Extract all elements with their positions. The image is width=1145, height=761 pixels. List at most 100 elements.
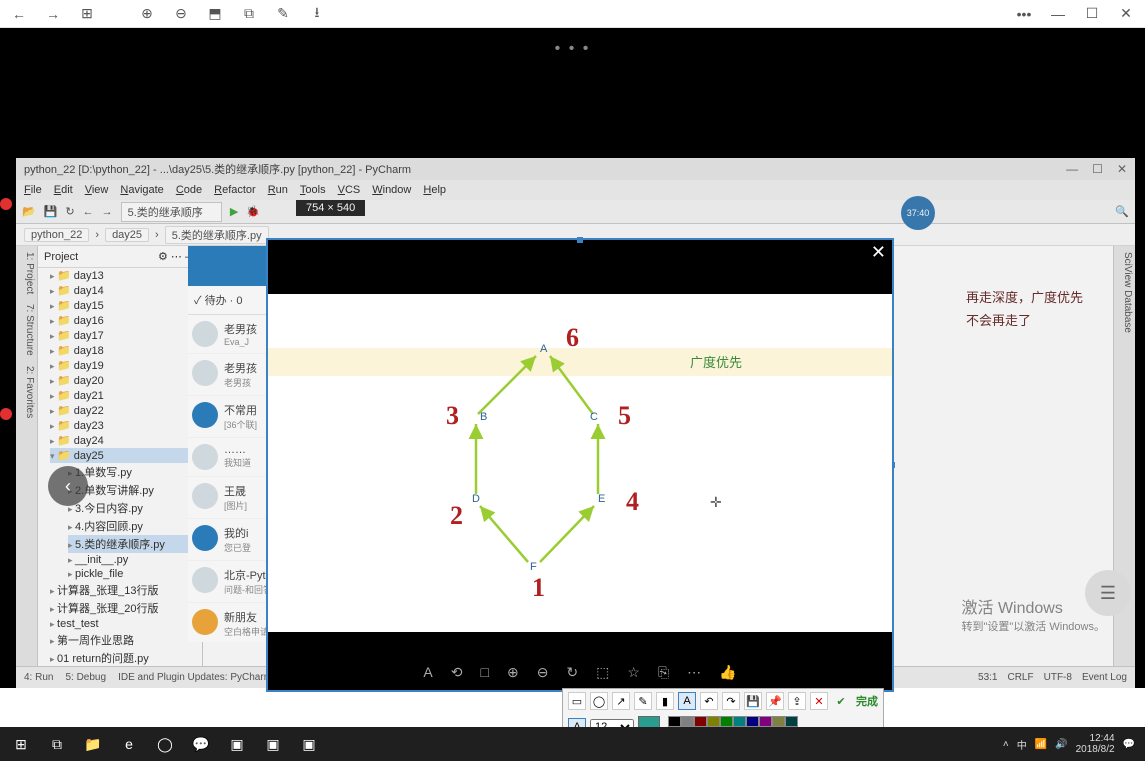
tree-folder[interactable]: 📁 day15	[50, 298, 202, 313]
menu-edit[interactable]: Edit	[54, 184, 73, 196]
window-maximize-icon[interactable]: ☐	[1083, 5, 1101, 23]
snip-ellipse-icon[interactable]: ◯	[590, 692, 608, 710]
vt-text-icon[interactable]: A	[423, 664, 432, 680]
floating-menu-button[interactable]: ☰	[1085, 570, 1131, 616]
snip-confirm-icon[interactable]: ✔	[832, 692, 850, 710]
menu-navigate[interactable]: Navigate	[120, 184, 163, 196]
menu-help[interactable]: Help	[423, 184, 446, 196]
tool-icon-2[interactable]: ⧉	[240, 5, 258, 23]
tree-folder[interactable]: 📁 day17	[50, 328, 202, 343]
vt-refresh-icon[interactable]: ↻	[566, 664, 578, 681]
run-config-dropdown[interactable]: 5.类的继承顺序	[121, 202, 222, 222]
color-swatch[interactable]	[733, 716, 746, 727]
chrome-icon[interactable]: ◯	[148, 729, 182, 759]
tray-notifications-icon[interactable]: 💬	[1123, 739, 1135, 750]
back-icon[interactable]: ←	[83, 206, 94, 218]
tree-item[interactable]: test_test	[50, 617, 202, 631]
run-icon[interactable]: ▶	[230, 205, 238, 218]
explorer-icon[interactable]: 📁	[76, 729, 110, 759]
tree-folder[interactable]: 📁 day19	[50, 358, 202, 373]
tool-icon-1[interactable]: ⬒	[206, 5, 224, 23]
start-button[interactable]: ⊞	[4, 729, 38, 759]
menu-code[interactable]: Code	[176, 184, 202, 196]
pycharm-taskbar-icon[interactable]: ▣	[220, 729, 254, 759]
carousel-prev-button[interactable]: ‹	[48, 466, 88, 506]
tree-file[interactable]: 1.单数写.py	[68, 463, 202, 481]
color-swatch[interactable]	[785, 716, 798, 727]
pycharm-left-gutter[interactable]: 1: Project 7: Structure 2: Favorites	[16, 246, 38, 666]
vt-zoomin-icon[interactable]: ⊕	[507, 664, 519, 681]
pycharm-min-icon[interactable]: —	[1066, 162, 1078, 176]
tree-folder[interactable]: 📁 day21	[50, 388, 202, 403]
vt-copy-icon[interactable]: ⎘	[658, 664, 669, 681]
tree-item[interactable]: 第一周作业思路	[50, 631, 202, 649]
tree-folder[interactable]: 📁 day20	[50, 373, 202, 388]
viewer-close-button[interactable]: ✕	[871, 242, 886, 263]
project-tree[interactable]: Project ⚙ ⋯ — 📁 day13📁 day14📁 day15📁 day…	[38, 246, 203, 666]
refresh-icon[interactable]: ↻	[65, 205, 74, 218]
taskview-icon[interactable]: ⧉	[40, 729, 74, 759]
snip-undo-icon[interactable]: ↶	[700, 692, 718, 710]
tree-file[interactable]: 5.类的继承顺序.py	[68, 535, 202, 553]
tree-folder[interactable]: 📁 day22	[50, 403, 202, 418]
pycharm-max-icon[interactable]: ☐	[1092, 162, 1103, 176]
color-swatch[interactable]	[668, 716, 681, 727]
tree-folder[interactable]: 📁 day18	[50, 343, 202, 358]
snip-pencil-icon[interactable]: ✎	[634, 692, 652, 710]
pycharm-close-icon[interactable]: ✕	[1117, 162, 1127, 176]
snip-redo-icon[interactable]: ↷	[722, 692, 740, 710]
tray-net-icon[interactable]: 📶	[1035, 739, 1047, 750]
vt-rotate-icon[interactable]: ⟲	[451, 664, 463, 681]
chat-todo-row[interactable]: ✓ 待办 · 0	[188, 286, 278, 315]
vt-fit-icon[interactable]: □	[480, 664, 488, 680]
tray-up-icon[interactable]: ˄	[1003, 739, 1009, 750]
tool-icon-3[interactable]: ✎	[274, 5, 292, 23]
debug-icon[interactable]: 🐞	[246, 205, 260, 218]
edge-icon[interactable]: e	[112, 729, 146, 759]
color-swatch[interactable]	[772, 716, 785, 727]
snip-save-icon[interactable]: 💾	[744, 692, 762, 710]
color-swatch[interactable]	[720, 716, 733, 727]
window-close-icon[interactable]: ✕	[1117, 5, 1135, 23]
save-icon[interactable]: 💾	[44, 205, 58, 218]
forward-icon[interactable]: →	[102, 206, 113, 218]
chat-contact-item[interactable]: 老男孩Eva_J	[188, 315, 278, 354]
menu-run[interactable]: Run	[268, 184, 288, 196]
database-tab[interactable]: Database	[1122, 290, 1133, 333]
menu-refactor[interactable]: Refactor	[214, 184, 256, 196]
chat-contact-item[interactable]: 新朋友空白格申请添加你为好	[188, 603, 278, 642]
app-icon-2[interactable]: ▣	[292, 729, 326, 759]
nav-back-icon[interactable]: ←	[10, 5, 28, 23]
snip-rect-icon[interactable]: ▭	[568, 692, 586, 710]
crumb-folder[interactable]: day25	[105, 228, 149, 242]
menu-file[interactable]: File	[24, 184, 42, 196]
pycharm-menubar[interactable]: File Edit View Navigate Code Refactor Ru…	[16, 180, 1135, 200]
tree-folder[interactable]: 📁 day23	[50, 418, 202, 433]
tool-icon-4[interactable]: ⭳	[308, 5, 326, 23]
snip-done-button[interactable]: 完成	[856, 693, 878, 709]
menu-vcs[interactable]: VCS	[338, 184, 361, 196]
tree-item[interactable]: 计算器_张理_20行版	[50, 599, 202, 617]
chat-contact-item[interactable]: 我的i您已登	[188, 519, 278, 561]
vt-like-icon[interactable]: 👍	[719, 664, 736, 681]
tree-file[interactable]: pickle_file	[68, 567, 202, 581]
color-swatch[interactable]	[707, 716, 720, 727]
snip-arrow-icon[interactable]: ↗	[612, 692, 630, 710]
debug-tab-button[interactable]: 5: Debug	[65, 672, 106, 683]
structure-tab[interactable]: 7: Structure	[18, 304, 35, 356]
more-icon[interactable]: •••	[1015, 5, 1033, 23]
wechat-icon[interactable]: 💬	[184, 729, 218, 759]
color-swatch[interactable]	[759, 716, 772, 727]
color-swatch[interactable]	[746, 716, 759, 727]
tree-file[interactable]: 3.今日内容.py	[68, 499, 202, 517]
zoom-out-icon[interactable]: ⊖	[172, 5, 190, 23]
search-icon[interactable]: 🔍	[1115, 205, 1129, 218]
tray-vol-icon[interactable]: 🔊	[1055, 739, 1067, 750]
favorites-tab[interactable]: 2: Favorites	[18, 366, 35, 418]
vt-save-icon[interactable]: ⬚	[596, 664, 609, 681]
tree-file[interactable]: 4.内容回顾.py	[68, 517, 202, 535]
line-sep[interactable]: CRLF	[1007, 672, 1033, 683]
snip-text-icon[interactable]: A	[678, 692, 696, 710]
crumb-file[interactable]: 5.类的继承顺序.py	[165, 226, 269, 244]
open-icon[interactable]: 📂	[22, 205, 36, 218]
